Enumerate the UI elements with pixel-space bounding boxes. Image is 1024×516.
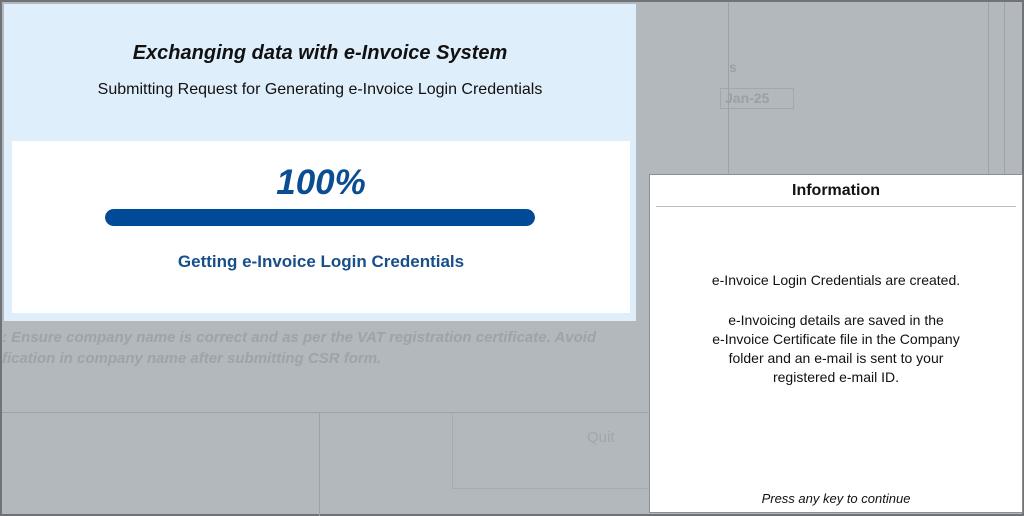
info-message: e-Invoice Login Credentials are created.	[711, 272, 961, 288]
dialog-divider	[656, 206, 1016, 207]
bg-quit-button	[452, 413, 652, 489]
info-details-line: registered e-mail ID.	[772, 369, 900, 385]
info-details-line: e-Invoicing details are saved in the	[728, 312, 944, 328]
bg-quit-label: Quit	[587, 429, 615, 446]
bg-field-label: s	[729, 59, 737, 75]
progress-percent: 100%	[276, 163, 366, 202]
dialog-title: Information	[792, 182, 880, 199]
bg-note: : Ensure company name is correct and as …	[2, 327, 642, 369]
bg-divider	[1004, 2, 1005, 174]
progress-dialog: Exchanging data with e-Invoice System Su…	[4, 4, 636, 321]
bg-date-field: Jan-25	[720, 88, 794, 109]
information-dialog[interactable]: Information e-Invoice Login Credentials …	[649, 174, 1023, 513]
progress-title: Exchanging data with e-Invoice System	[132, 42, 508, 64]
info-details: e-Invoicing details are saved in the e-I…	[660, 311, 1012, 387]
progress-bar	[105, 209, 535, 226]
info-details-line: folder and an e-mail is sent to your	[728, 350, 944, 366]
progress-panel: 100% Getting e-Invoice Login Credentials	[12, 141, 630, 313]
progress-bar-fill	[105, 209, 535, 226]
progress-subtitle: Submitting Request for Generating e-Invo…	[97, 81, 543, 98]
bg-note-line: fication in company name after submittin…	[2, 350, 382, 367]
bg-divider	[319, 413, 320, 516]
press-any-key-prompt[interactable]: Press any key to continue	[650, 491, 1022, 506]
info-details-line: e-Invoice Certificate file in the Compan…	[712, 331, 960, 347]
bg-note-line: : Ensure company name is correct and as …	[2, 329, 597, 346]
bg-divider	[988, 2, 989, 174]
progress-status: Getting e-Invoice Login Credentials	[177, 252, 465, 271]
